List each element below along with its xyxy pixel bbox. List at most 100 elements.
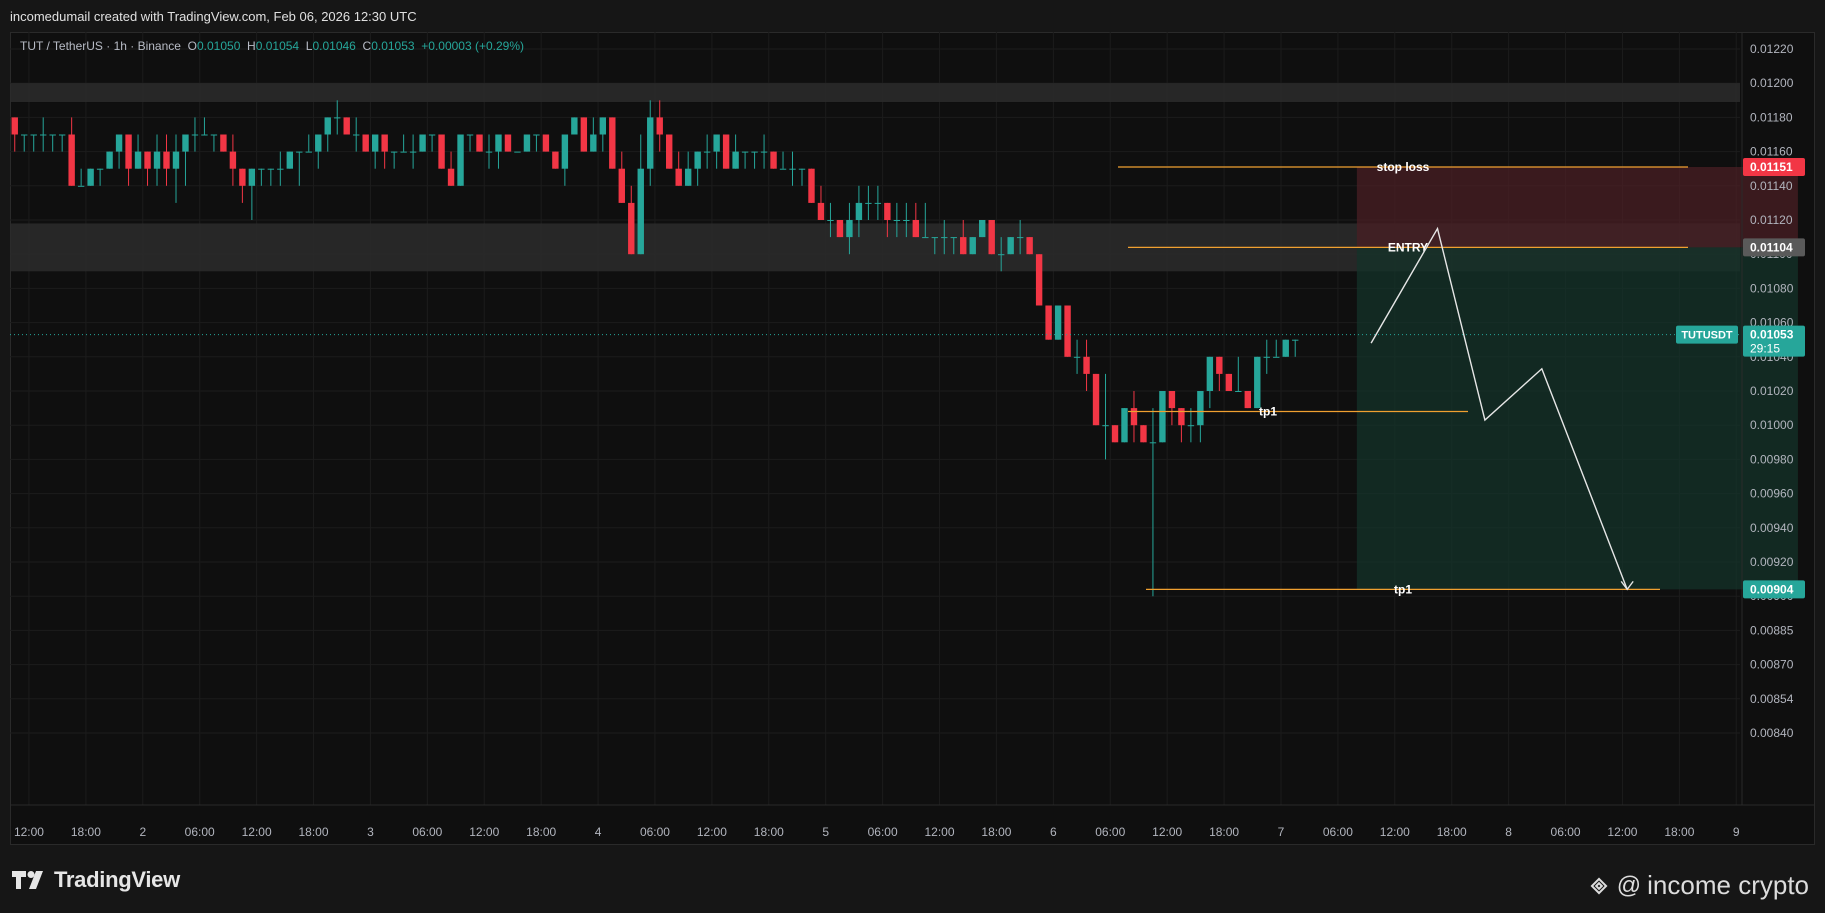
candle-body bbox=[286, 151, 294, 169]
time-tick: 6 bbox=[1050, 825, 1057, 839]
candle-body bbox=[334, 117, 341, 119]
candle-body bbox=[817, 202, 825, 220]
candle bbox=[694, 151, 701, 186]
price-tick: 0.00870 bbox=[1750, 658, 1794, 672]
time-tick: 18:00 bbox=[981, 825, 1011, 839]
price-tick: 0.01220 bbox=[1750, 42, 1794, 56]
time-tick: 18:00 bbox=[1437, 825, 1467, 839]
candle bbox=[1102, 373, 1109, 460]
tradingview-logo[interactable]: TradingView bbox=[12, 867, 180, 893]
candle-body bbox=[1178, 408, 1185, 426]
candle-body bbox=[1064, 305, 1071, 357]
candle-body bbox=[77, 185, 85, 187]
time-tick: 18:00 bbox=[1209, 825, 1239, 839]
candle-body bbox=[1235, 391, 1242, 392]
time-tick: 5 bbox=[822, 825, 829, 839]
candle-body bbox=[343, 117, 350, 135]
candle-body bbox=[941, 237, 948, 239]
candle bbox=[210, 134, 218, 152]
candle-body bbox=[220, 134, 227, 152]
candle-body bbox=[590, 134, 597, 152]
candle bbox=[1159, 391, 1166, 443]
candle bbox=[969, 237, 976, 255]
candle-body bbox=[789, 168, 796, 170]
candle-body bbox=[457, 134, 464, 186]
candle bbox=[523, 134, 531, 152]
candle-body bbox=[1263, 356, 1270, 358]
price-tick: 0.01120 bbox=[1750, 213, 1793, 227]
candle-body bbox=[305, 151, 312, 153]
candle bbox=[334, 100, 341, 135]
symbol-tag: TUTUSDT bbox=[1681, 330, 1733, 342]
price-tick: 0.00854 bbox=[1750, 692, 1794, 706]
candle-body bbox=[1187, 425, 1195, 427]
candle-body bbox=[675, 168, 682, 186]
candle bbox=[912, 202, 920, 238]
close-value: 0.01053 bbox=[371, 39, 415, 53]
candle bbox=[1035, 254, 1043, 306]
change-value: +0.00003 (+0.29%) bbox=[421, 39, 525, 53]
candle bbox=[1197, 391, 1204, 443]
candle bbox=[722, 134, 730, 169]
candle-body bbox=[997, 254, 1005, 256]
candle-body bbox=[400, 151, 407, 153]
candle-body bbox=[1149, 442, 1157, 444]
symbol-label[interactable]: TUT / TetherUS · 1h · Binance bbox=[20, 39, 181, 53]
candle-body bbox=[969, 237, 976, 255]
candle bbox=[353, 117, 360, 152]
candle bbox=[751, 151, 758, 169]
candle bbox=[381, 134, 388, 169]
candle-body bbox=[277, 168, 284, 170]
price-tick: 0.00960 bbox=[1750, 487, 1794, 501]
candle-body bbox=[1121, 408, 1128, 443]
price-chart[interactable]: stop loss ENTRY tp1 tp1 0.01220 0.01200 0.0118… bbox=[0, 0, 1825, 846]
candle-body bbox=[296, 151, 303, 153]
candle bbox=[637, 134, 644, 255]
candle bbox=[267, 168, 275, 186]
stop-zone-box bbox=[1356, 166, 1798, 248]
candle-body bbox=[1026, 237, 1033, 255]
candle-body bbox=[628, 202, 635, 255]
candle-body bbox=[912, 220, 920, 238]
time-tick: 7 bbox=[1278, 825, 1285, 839]
candle-body bbox=[248, 168, 256, 186]
candle-body bbox=[49, 134, 56, 136]
candle bbox=[666, 134, 673, 169]
open-value: 0.01050 bbox=[196, 39, 241, 53]
time-tick: 18:00 bbox=[299, 825, 329, 839]
candle-body bbox=[1273, 356, 1280, 358]
candle-body bbox=[552, 151, 559, 169]
candle-body bbox=[960, 237, 967, 255]
time-tick: 18:00 bbox=[1664, 825, 1694, 839]
candle bbox=[68, 117, 75, 186]
candle bbox=[542, 134, 550, 152]
candle bbox=[817, 185, 825, 220]
candle bbox=[1111, 425, 1119, 443]
level-label: ENTRY bbox=[1388, 240, 1428, 254]
candle bbox=[182, 134, 189, 186]
time-tick: 06:00 bbox=[185, 825, 215, 839]
candle bbox=[1140, 425, 1147, 443]
price-tick: 0.01080 bbox=[1750, 281, 1794, 295]
candle-body bbox=[1225, 373, 1233, 391]
candle-body bbox=[1007, 237, 1014, 255]
candle-body bbox=[1159, 391, 1166, 443]
candle bbox=[789, 151, 796, 186]
candle bbox=[87, 168, 94, 186]
candle bbox=[362, 134, 369, 152]
candle-body bbox=[732, 151, 739, 169]
candle bbox=[248, 168, 256, 220]
candle-body bbox=[239, 168, 246, 186]
candle-body bbox=[466, 134, 474, 136]
candle bbox=[1225, 373, 1233, 391]
candle bbox=[466, 134, 474, 152]
price-tag: 0.01104 bbox=[1750, 240, 1793, 254]
candle bbox=[305, 134, 312, 153]
candle-body bbox=[1130, 408, 1138, 426]
candle bbox=[808, 168, 815, 203]
watermark: @ income crypto bbox=[1587, 870, 1809, 901]
level-label: tp1 bbox=[1259, 405, 1277, 419]
candle-body bbox=[684, 168, 692, 186]
candle bbox=[485, 134, 493, 169]
price-tick: 0.00980 bbox=[1750, 452, 1794, 466]
